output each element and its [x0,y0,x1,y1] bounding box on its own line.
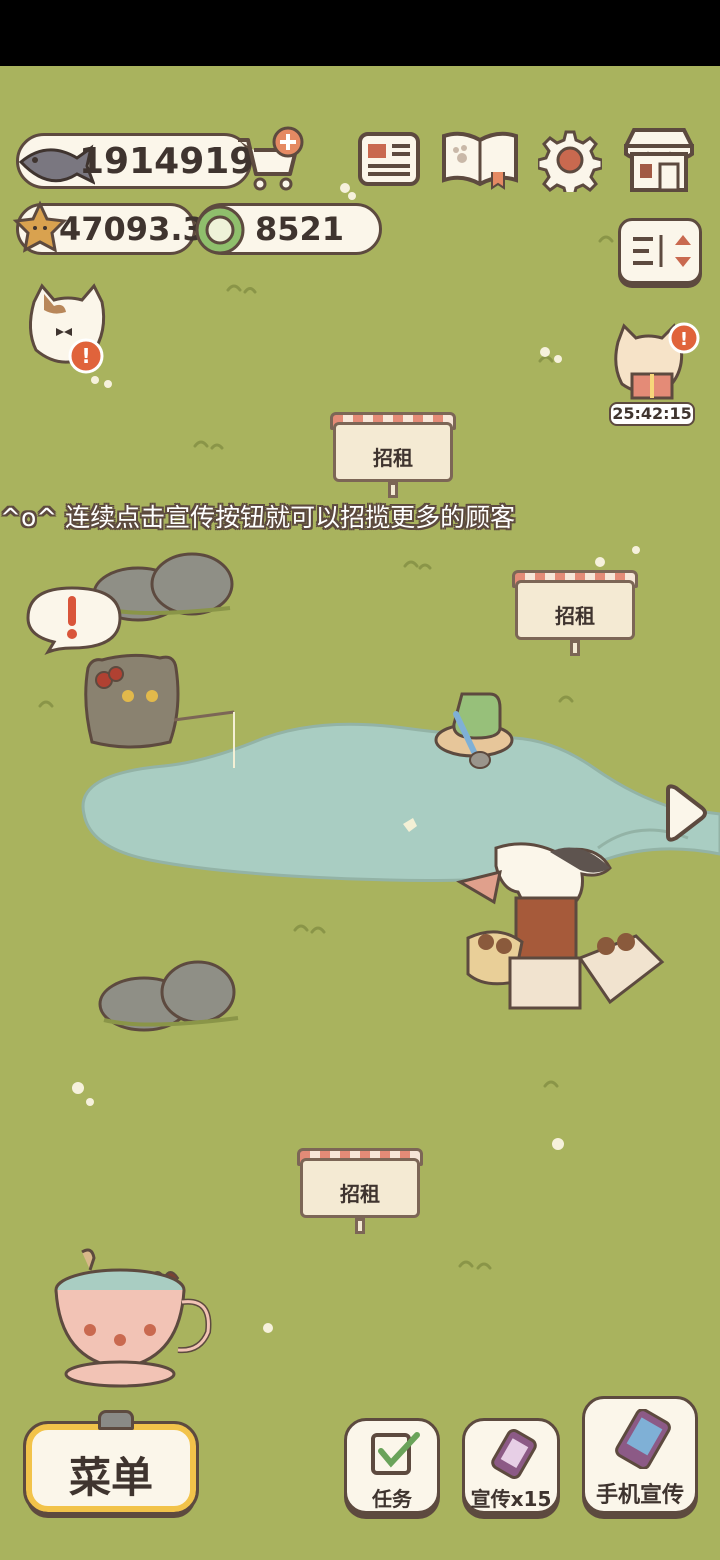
rent-sign-3[interactable]: 招租 [297,1148,423,1238]
teacup-decoration[interactable] [50,1244,216,1392]
fishing-cat-icon [26,586,235,768]
settings-button[interactable] [536,128,604,198]
sign-post [388,482,398,498]
svg-text:!: ! [680,329,688,350]
cart-plus-icon [238,126,304,191]
promote-label: 宣传x15 [470,1487,552,1511]
rent-sign-1[interactable]: 招租 [330,412,456,502]
bear-on-raft[interactable] [432,686,520,776]
tasks-label: 任务 [372,1487,412,1511]
gift-cat-button[interactable]: ! [610,322,702,404]
phone-promote-button[interactable]: 手机宣传 [582,1396,698,1514]
phone-icon [615,1409,671,1469]
coin-icon [195,205,245,255]
cat-butler-icon: ! [29,283,106,374]
fish-counter[interactable]: 1914919 [16,133,255,189]
sign-post [570,640,580,656]
teacup-icon [54,1248,212,1388]
sign-label: 招租 [340,1182,380,1206]
fish-value: 1914919 [79,140,255,182]
next-area-button[interactable] [662,782,708,844]
sign-post [355,1218,365,1234]
manager-cat-avatar[interactable]: ! [24,282,114,378]
menu-button[interactable]: 菜单 [23,1410,199,1515]
newspaper-icon [358,132,420,186]
clipboard-clip-icon [98,1410,134,1430]
newspaper-button[interactable] [356,130,422,190]
dog-vendor[interactable] [456,838,668,1014]
fishing-cat[interactable] [24,584,244,780]
gift-timer: 25:42:15 [609,402,695,426]
svg-text:!: ! [81,344,90,368]
coin-value: 8521 [255,210,345,248]
sort-icon [633,235,691,267]
cat-book-button[interactable] [440,128,520,192]
checklist-icon [371,1432,420,1475]
star-value: 47093.3 [59,210,205,248]
gift-cat-icon: ! [614,322,700,400]
phone-icon [491,1429,537,1479]
tip-text: ^o^ 连续点击宣传按钮就可以招揽更多的顾客 [0,503,516,532]
sort-toggle-button[interactable] [618,218,702,284]
store-icon [624,128,694,192]
rent-sign-2[interactable]: 招租 [512,570,638,660]
store-button[interactable] [620,124,698,194]
rocks-bottom [98,960,239,1032]
sign-label: 招租 [373,446,413,470]
dog-vendor-icon [456,842,665,1010]
promote-button[interactable]: 宣传x15 [462,1418,560,1514]
phone-promote-label: 手机宣传 [595,1483,684,1508]
sign-label: 招租 [555,604,595,628]
book-icon [442,131,518,190]
coin-counter[interactable]: 8521 [195,203,382,255]
tasks-button[interactable]: 任务 [344,1418,440,1514]
star-counter[interactable]: 47093.3 [12,200,205,255]
gear-icon [536,130,604,198]
menu-label: 菜单 [68,1453,153,1502]
shop-cart-button[interactable] [234,126,306,194]
bear-raft-icon [434,692,514,769]
chevron-right-icon [666,784,707,842]
status-bar [0,0,720,66]
